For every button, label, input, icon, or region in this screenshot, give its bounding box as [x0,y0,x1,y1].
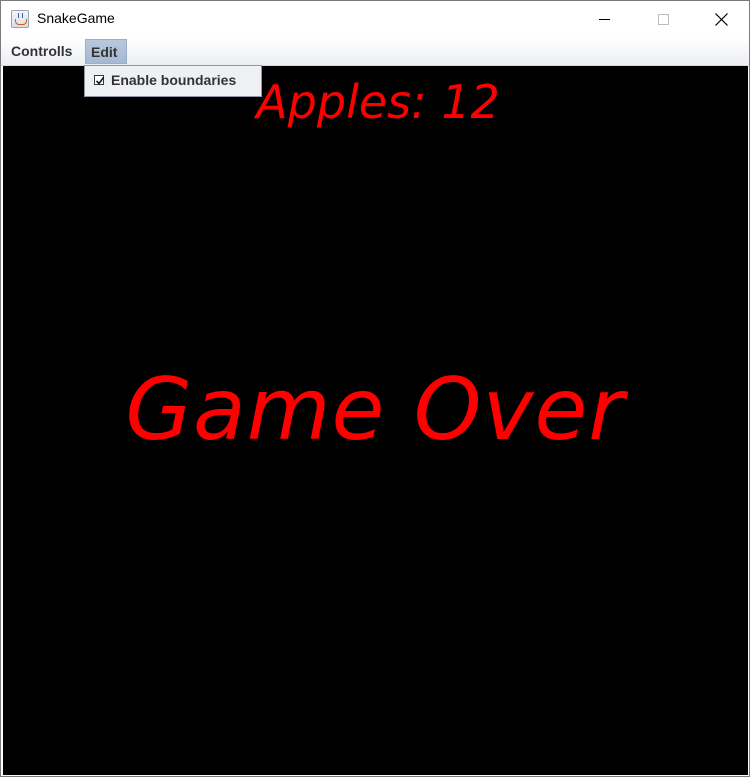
enable-boundaries-menu-item[interactable]: Enable boundaries [87,68,259,94]
maximize-button[interactable] [641,1,687,38]
minimize-button[interactable] [581,1,627,38]
minimize-icon [599,19,610,20]
menu-controlls[interactable]: Controlls [7,39,79,64]
checkbox-checked-icon [94,75,105,85]
menu-edit[interactable]: Edit [85,39,127,64]
menu-bar: Controlls Edit [1,38,749,66]
close-button[interactable] [698,1,744,38]
java-cup-icon [11,10,29,28]
edit-menu-dropdown: Enable boundaries [84,65,262,97]
enable-boundaries-label: Enable boundaries [111,72,237,88]
window-title: SnakeGame [37,10,115,26]
close-icon [715,13,728,26]
game-over-text: Game Over [125,360,625,460]
snake-game-window: SnakeGame Controlls Edit Apples: 12 Game… [0,0,750,777]
maximize-icon [658,14,669,25]
title-bar[interactable]: SnakeGame [1,1,749,38]
